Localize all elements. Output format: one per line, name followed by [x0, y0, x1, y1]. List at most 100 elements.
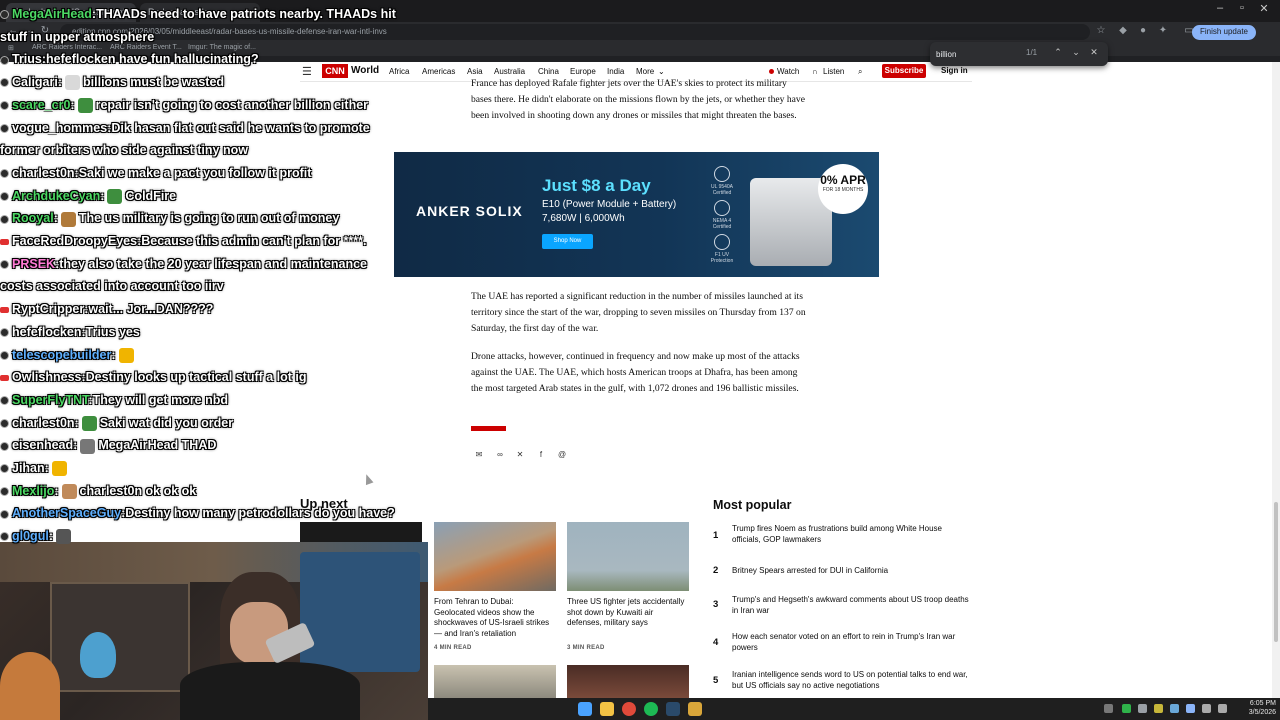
find-input[interactable] [936, 47, 1026, 61]
tray-app-icon[interactable] [1122, 704, 1131, 713]
nav-item-europe[interactable]: Europe [570, 67, 596, 76]
chat-username[interactable]: FaceRedDroopyEyes [12, 234, 137, 248]
chat-username[interactable]: Rooyal [12, 211, 54, 225]
find-previous-icon[interactable]: ⌃ [1051, 47, 1065, 58]
x-icon[interactable]: ✕ [513, 448, 527, 462]
chat-username[interactable]: charlest0n [12, 166, 75, 180]
user-badge-icon [0, 123, 9, 133]
spotify-icon[interactable] [644, 702, 658, 716]
extension-icon[interactable]: ● [1136, 25, 1150, 36]
chat-separator: : [54, 483, 59, 498]
chat-username[interactable]: charlest0n [12, 416, 75, 430]
nav-item-asia[interactable]: Asia [467, 67, 483, 76]
chat-username[interactable]: vogue_hommes [12, 121, 107, 135]
most-popular-link[interactable]: Britney Spears arrested for DUI in Calif… [732, 566, 972, 577]
card-title[interactable]: Three US fighter jets accidentally shot … [567, 597, 689, 629]
star-icon[interactable]: ☆ [1094, 25, 1108, 36]
card-image[interactable] [434, 665, 556, 698]
most-popular-link[interactable]: Trump fires Noem as frustrations build a… [732, 524, 972, 545]
search-icon[interactable]: ⌕ [858, 67, 862, 77]
user-badge-icon [0, 441, 9, 451]
chat-username[interactable]: Mexlijo [12, 484, 54, 498]
headphones-icon[interactable]: ∩ [812, 67, 818, 76]
card-image[interactable] [434, 522, 556, 591]
chat-username[interactable]: Caligari [12, 75, 58, 89]
tray-app-icon[interactable] [1154, 704, 1163, 713]
chat-username[interactable]: Trius [12, 52, 42, 66]
chat-username[interactable]: AnotherSpaceGuy [12, 506, 121, 520]
find-close-icon[interactable]: ✕ [1087, 47, 1101, 58]
chat-username[interactable]: RyptCripper [12, 302, 84, 316]
chat-username[interactable]: eisenhead [12, 438, 73, 452]
card-image[interactable] [567, 665, 689, 698]
find-next-icon[interactable]: ⌄ [1069, 47, 1083, 58]
chat-message: hefeflocken:Trius yes [0, 322, 140, 342]
listen-link[interactable]: Listen [823, 67, 844, 76]
user-badge-icon [0, 509, 9, 519]
chat-username[interactable]: PRSEK [12, 257, 55, 271]
steam-icon[interactable] [666, 702, 680, 716]
tray-chevron-icon[interactable] [1104, 704, 1113, 713]
close-window-icon[interactable]: ✕ [1254, 2, 1274, 15]
chat-separator: : [70, 97, 75, 112]
link-icon[interactable]: ∞ [493, 448, 507, 462]
card-title[interactable]: From Tehran to Dubai: Geolocated videos … [434, 597, 556, 639]
facebook-icon[interactable]: f [534, 448, 548, 462]
most-popular-rank: 4 [713, 637, 719, 648]
chat-separator: : [100, 188, 105, 203]
ad-shop-button[interactable]: Shop Now [542, 234, 593, 249]
chat-message: costs associated into account too iirv [0, 276, 224, 296]
most-popular-link[interactable]: Trump's and Hegseth's awkward comments a… [732, 595, 972, 616]
live-dot-icon [769, 69, 774, 74]
nav-item-australia[interactable]: Australia [494, 67, 525, 76]
card-read-time: 4 MIN READ [434, 645, 472, 651]
advertisement[interactable]: ANKER SOLIX Just $8 a Day E10 (Power Mod… [394, 152, 879, 277]
chat-text: former orbiters who side against tiny no… [0, 143, 248, 158]
maximize-icon[interactable]: ▫ [1232, 2, 1252, 14]
tray-app-icon[interactable] [1138, 704, 1147, 713]
finish-update-button[interactable]: Finish update [1191, 25, 1256, 40]
watch-link[interactable]: Watch [777, 67, 799, 76]
nav-item-india[interactable]: India [607, 67, 624, 76]
user-badge-icon [0, 191, 9, 201]
windows-start-icon[interactable] [578, 702, 592, 716]
nav-item-china[interactable]: China [538, 67, 559, 76]
minimize-icon[interactable]: – [1210, 2, 1230, 14]
sub-badge-icon [0, 238, 9, 245]
chat-username[interactable]: scare_cr0 [12, 98, 70, 112]
chat-username[interactable]: SuperFlyTNT [12, 393, 88, 407]
puzzle-icon[interactable]: ✦ [1156, 25, 1170, 36]
threads-icon[interactable]: @ [555, 448, 569, 462]
chat-username[interactable]: telescopebuilder [12, 348, 111, 362]
chat-username[interactable]: hefeflocken [12, 325, 81, 339]
network-icon[interactable] [1202, 704, 1211, 713]
chevron-down-icon[interactable]: ⌄ [658, 67, 665, 76]
user-badge-icon [0, 328, 9, 337]
scrollbar[interactable] [1272, 62, 1280, 698]
chat-username[interactable]: gl0gul [12, 529, 49, 543]
chat-username[interactable]: ArchdukeCyan [12, 189, 100, 203]
chat-text: stuff in upper atmosphere [0, 29, 155, 44]
chat-username[interactable]: Owlishness [12, 370, 81, 384]
chat-username[interactable]: Jihan [12, 461, 45, 475]
tray-app-icon[interactable] [1170, 704, 1179, 713]
nav-item-more[interactable]: More [636, 67, 654, 76]
clock-time[interactable]: 6:05 PM [1246, 700, 1276, 707]
app-icon[interactable] [688, 702, 702, 716]
card-image[interactable] [567, 522, 689, 591]
file-explorer-icon[interactable] [600, 702, 614, 716]
chrome-icon[interactable] [622, 702, 636, 716]
sign-in-link[interactable]: Sign in [941, 66, 968, 75]
tray-app-icon[interactable] [1186, 704, 1195, 713]
most-popular-link[interactable]: Iranian intelligence sends word to US on… [732, 670, 972, 691]
chat-username[interactable]: MegaAirHead [12, 7, 92, 21]
most-popular-link[interactable]: How each senator voted on an effort to r… [732, 632, 972, 653]
scroll-thumb[interactable] [1274, 502, 1278, 642]
clock-date[interactable]: 3/5/2026 [1246, 709, 1276, 716]
email-icon[interactable]: ✉ [472, 448, 486, 462]
volume-icon[interactable] [1218, 704, 1227, 713]
extension-icon[interactable]: ◆ [1116, 25, 1130, 36]
user-badge-icon [0, 169, 9, 179]
user-badge-icon [0, 350, 9, 360]
subscribe-button[interactable]: Subscribe [882, 64, 926, 78]
